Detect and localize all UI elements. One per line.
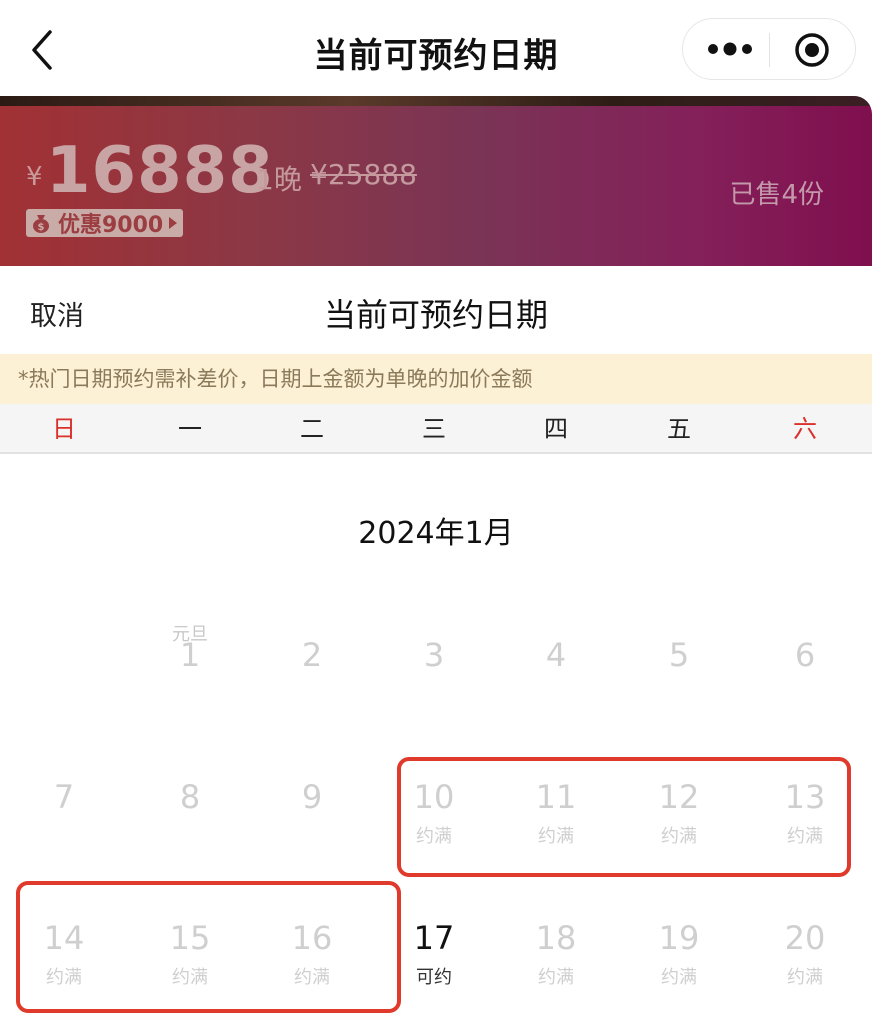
weekday-sat: 六 — [793, 415, 817, 443]
close-miniprogram-button[interactable] — [793, 31, 831, 69]
day-number: 4 — [545, 636, 567, 674]
month-title: 2024年1月 — [358, 516, 514, 551]
calendar-day[interactable]: 8 — [135, 762, 245, 862]
calendar-day[interactable]: 19 约满 — [624, 903, 734, 1003]
calendar-day[interactable]: 3 — [379, 620, 489, 720]
sheet-title: 当前可预约日期 — [323, 296, 548, 334]
day-number: 3 — [423, 636, 445, 674]
day-status: 约满 — [416, 826, 452, 847]
discount-label: 优惠9000 — [58, 213, 164, 238]
day-status: 约满 — [538, 967, 574, 988]
calendar-day[interactable]: 6 — [750, 620, 860, 720]
sold-count: 已售4份 — [729, 180, 824, 210]
weekday-sun: 日 — [52, 415, 76, 443]
day-number: 13 — [784, 778, 826, 816]
calendar-day[interactable]: 5 — [624, 620, 734, 720]
day-number: 12 — [658, 778, 700, 816]
weekday-header: 日 一 二 三 四 五 六 — [0, 404, 872, 454]
day-number: 19 — [658, 919, 700, 957]
discount-badge[interactable]: $ 优惠9000 — [26, 209, 184, 238]
day-number: 14 — [43, 919, 85, 957]
more-button[interactable] — [705, 33, 755, 65]
calendar-day[interactable]: 10 约满 — [379, 762, 489, 862]
calendar-day[interactable]: 11 约满 — [501, 762, 611, 862]
day-number: 11 — [535, 778, 577, 816]
day-number: 6 — [794, 636, 816, 674]
price-value: 16888 — [46, 134, 274, 208]
weekday-mon: 一 — [178, 415, 202, 443]
currency-symbol: ¥ — [26, 162, 43, 192]
day-number: 17 — [413, 919, 455, 957]
weekday-thu: 四 — [544, 415, 568, 443]
day-status: 约满 — [538, 826, 574, 847]
day-status: 约满 — [787, 967, 823, 988]
day-status: 约满 — [661, 967, 697, 988]
day-number: 10 — [413, 778, 455, 816]
more-dots-icon — [708, 42, 752, 56]
weekday-fri: 五 — [667, 415, 691, 443]
triangle-right-icon — [169, 217, 178, 229]
day-status: 约满 — [294, 967, 330, 988]
original-price: ¥25888 — [310, 158, 417, 191]
day-status: 可约 — [416, 967, 452, 988]
calendar-day[interactable]: 9 — [257, 762, 367, 862]
mini-program-capsule — [682, 18, 856, 80]
day-number: 5 — [668, 636, 690, 674]
price-banner: ¥ 16888 1晚 ¥25888 $ 优惠9000 已售4份 — [0, 96, 872, 266]
calendar-day[interactable]: 18 约满 — [501, 903, 611, 1003]
day-number: 16 — [291, 919, 333, 957]
calendar-day[interactable]: 15 约满 — [135, 903, 245, 1003]
calendar-day[interactable]: 20 约满 — [750, 903, 860, 1003]
date-sheet-header: 取消 当前可预约日期 — [0, 266, 872, 354]
weekday-tue: 二 — [300, 415, 324, 443]
calendar-day[interactable]: 12 约满 — [624, 762, 734, 862]
calendar-day-available[interactable]: 17 可约 — [379, 903, 489, 1003]
weekday-wed: 三 — [422, 415, 446, 443]
nav-bar: 当前可预约日期 — [0, 0, 872, 96]
money-bag-icon: $ — [33, 215, 49, 233]
calendar-day[interactable]: 16 约满 — [257, 903, 367, 1003]
day-number: 8 — [179, 778, 201, 816]
calendar-day[interactable]: 4 — [501, 620, 611, 720]
day-number: 15 — [169, 919, 211, 957]
day-number: 1 — [179, 636, 201, 674]
day-status: 约满 — [787, 826, 823, 847]
capsule-divider — [769, 33, 770, 67]
day-status: 约满 — [46, 967, 82, 988]
calendar-day[interactable]: 14 约满 — [9, 903, 119, 1003]
price-unit: 1晚 — [256, 163, 302, 196]
calendar-day[interactable]: 7 — [9, 762, 119, 862]
calendar-day[interactable]: 元旦 1 — [135, 620, 245, 720]
calendar-day[interactable]: 13 约满 — [750, 762, 860, 862]
day-number: 9 — [301, 778, 323, 816]
day-number: 18 — [535, 919, 577, 957]
day-number: 7 — [53, 778, 75, 816]
day-status: 约满 — [661, 826, 697, 847]
day-number: 20 — [784, 919, 826, 957]
price-notice: *热门日期预约需补差价，日期上金额为单晚的加价金额 — [0, 354, 872, 404]
day-number: 2 — [301, 636, 323, 674]
day-status: 约满 — [172, 967, 208, 988]
calendar-day[interactable]: 2 — [257, 620, 367, 720]
svg-text:$: $ — [38, 222, 45, 233]
banner-image-strip — [0, 96, 872, 106]
target-circle-icon — [795, 33, 829, 67]
